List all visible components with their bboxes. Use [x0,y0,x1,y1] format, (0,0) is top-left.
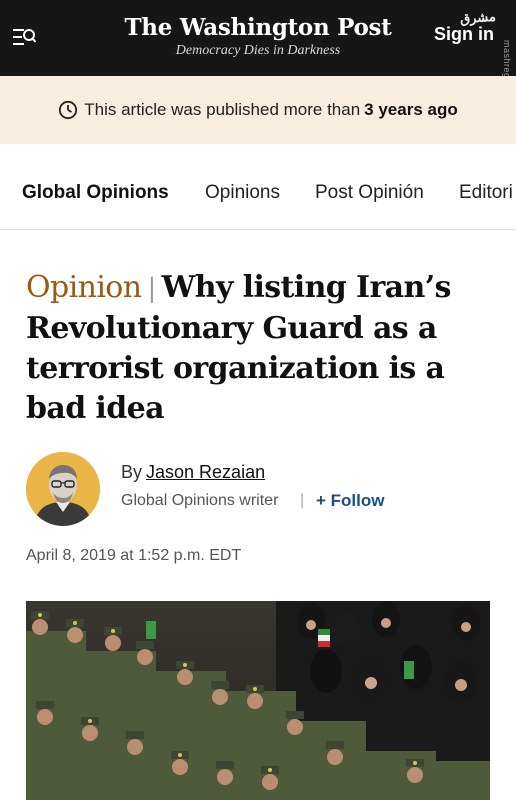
watermark-logo: مشرق [459,8,497,27]
role-separator: | [300,492,305,509]
author-link[interactable]: Jason Rezaian [146,462,265,482]
section-nav: Global Opinions Opinions Post Opinión Ed… [0,144,516,230]
notice-text: This article was published more than [84,100,361,119]
nav-item-global-opinions[interactable]: Global Opinions [22,182,169,204]
byline: By Jason Rezaian [121,462,265,483]
author-role: Global Opinions writer [121,492,279,509]
clock-icon [59,100,78,120]
site-tagline: Democracy Dies in Darkness [175,43,341,58]
byline-prefix: By [121,462,143,482]
site-header: The Washington Post Democracy Dies in Da… [0,0,516,116]
lead-photo-image [26,601,490,800]
nav-item-opinions[interactable]: Opinions [205,182,280,204]
author-photo [26,452,100,526]
notice-age: 3 years ago [364,100,458,119]
opinion-kicker[interactable]: Opinion [26,270,142,305]
follow-button[interactable]: + Follow [316,491,384,511]
article-headline: Opinion | Why listing Iran’s Revolutionary… [26,268,496,429]
kicker-separator: | [147,274,157,304]
author-avatar[interactable] [26,452,100,526]
nav-item-post-opinion[interactable]: Post Opinión [315,182,424,204]
publish-date: April 8, 2019 at 1:52 p.m. EDT [26,547,242,564]
lead-photo [26,601,490,800]
sign-in-link[interactable]: Sign in [434,24,494,45]
nav-item-editorials[interactable]: Editori [459,182,513,204]
article-age-notice: This article was published more than 3 y… [0,76,516,144]
